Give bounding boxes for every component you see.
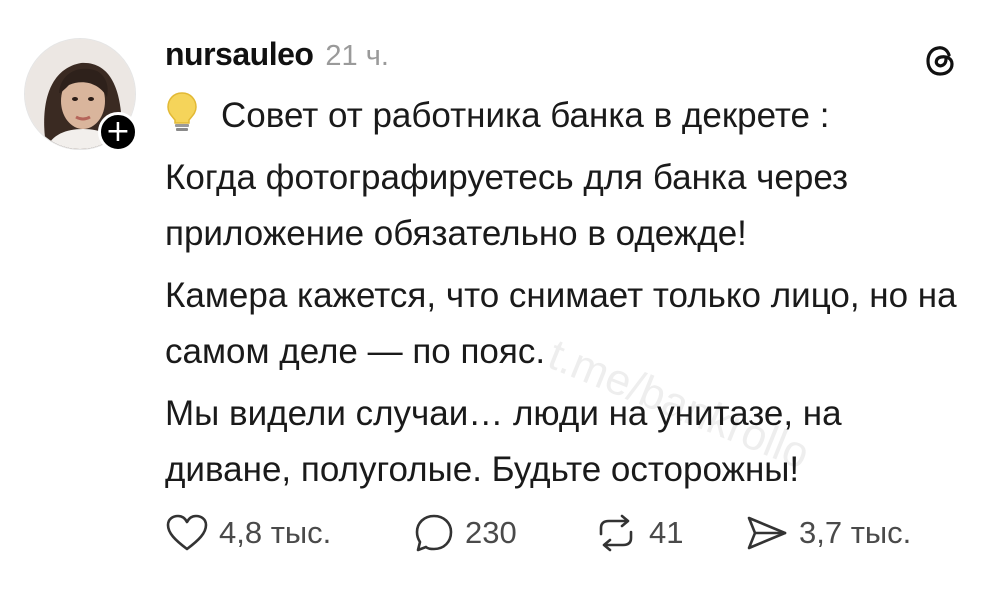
- follow-button[interactable]: +: [98, 112, 138, 152]
- light-bulb-emoji-icon: [167, 92, 197, 131]
- comment-count: 230: [465, 515, 517, 550]
- post-paragraph: Совет от работника банка в декрете :: [165, 88, 985, 144]
- share-button[interactable]: 3,7 тыс.: [745, 508, 911, 558]
- share-count: 3,7 тыс.: [799, 515, 912, 550]
- repost-count: 41: [649, 515, 684, 550]
- repost-arrows-icon: [599, 514, 633, 552]
- repost-button[interactable]: 41: [593, 508, 683, 558]
- comment-button[interactable]: 230: [413, 508, 517, 558]
- heart-icon: [166, 514, 208, 551]
- like-count: 4,8 тыс.: [219, 515, 332, 550]
- timestamp: 21 ч.: [325, 40, 389, 72]
- username[interactable]: nursauleo: [165, 36, 314, 73]
- threads-logo-icon[interactable]: [920, 40, 960, 80]
- post-header: nursauleo 21 ч.: [165, 36, 389, 80]
- like-button[interactable]: 4,8 тыс.: [165, 508, 331, 558]
- plus-icon: +: [105, 114, 131, 149]
- paper-plane-icon: [747, 516, 787, 550]
- action-bar: 4,8 тыс. 230 41 3,7 тыс.: [165, 508, 965, 558]
- post-text-line: Совет от работника банка в декрете :: [221, 96, 830, 135]
- threads-post: + nursauleo 21 ч. t.me/bankrollo Совет о…: [0, 0, 1000, 595]
- speech-bubble-icon: [415, 514, 453, 552]
- post-paragraph: Мы видели случаи… люди на унитазе, на ди…: [165, 394, 842, 489]
- post-body: Совет от работника банка в декрете : Ког…: [165, 88, 985, 504]
- post-paragraph: Камера кажется, что снимает только лицо,…: [165, 276, 957, 371]
- post-paragraph: Когда фотографируетесь для банка через п…: [165, 158, 849, 253]
